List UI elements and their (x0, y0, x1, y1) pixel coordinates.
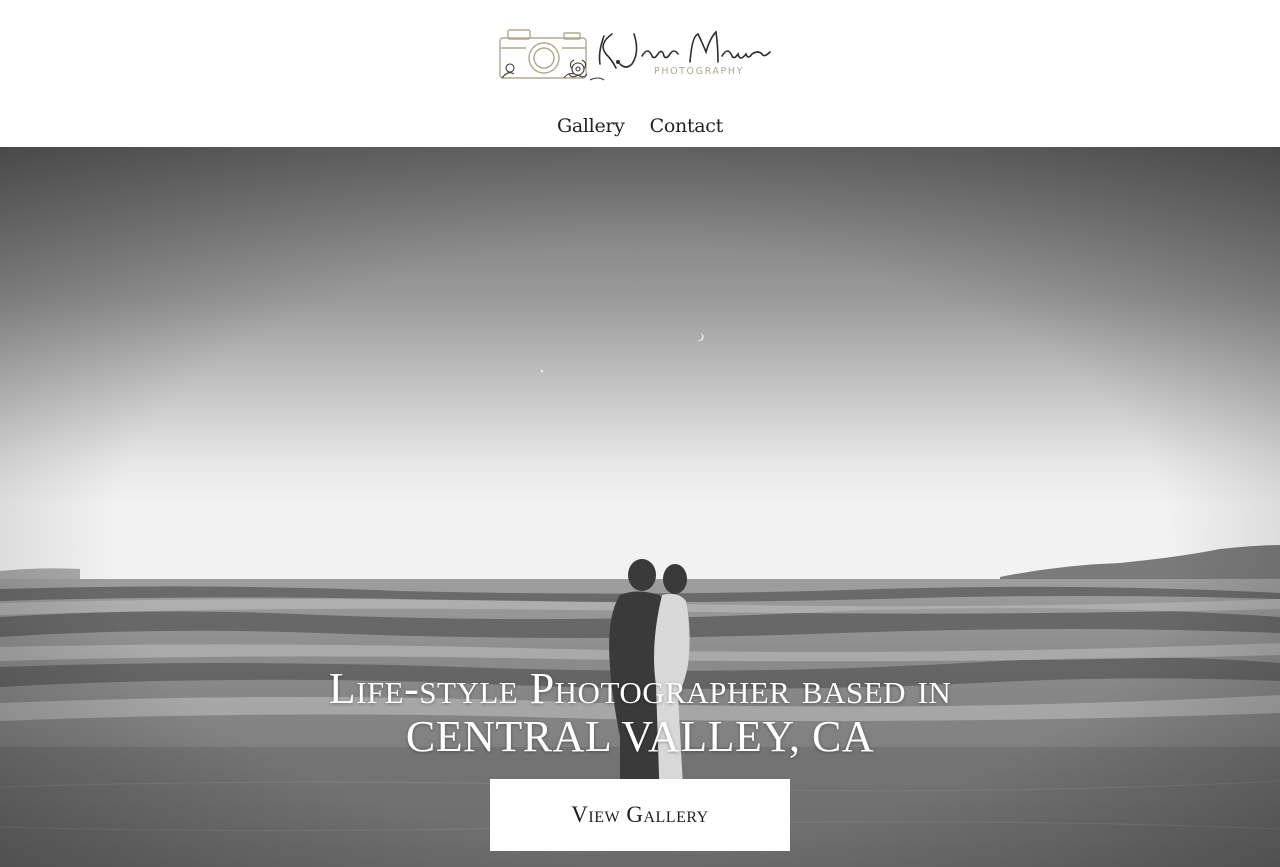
svg-text:PHOTOGRAPHY: PHOTOGRAPHY (654, 66, 744, 77)
hero-title: Life-style Photographer based in CENTRAL… (140, 665, 1140, 761)
nav-contact-link[interactable]: Contact (650, 112, 724, 140)
main-nav: Gallery Contact (0, 112, 1280, 140)
nav-gallery-link[interactable]: Gallery (557, 112, 625, 140)
hero-section: Life-style Photographer based in CENTRAL… (0, 147, 1280, 867)
camera-logo-icon: PHOTOGRAPHY (499, 29, 771, 81)
hero-title-line-1: Life-style Photographer based in (328, 664, 952, 713)
hero-title-line-2: CENTRAL VALLEY, CA (405, 712, 875, 761)
site-logo[interactable]: PHOTOGRAPHY (494, 22, 784, 86)
site-header: PHOTOGRAPHY Gallery Contact (0, 0, 1280, 147)
view-gallery-button[interactable]: View Gallery (490, 779, 790, 851)
